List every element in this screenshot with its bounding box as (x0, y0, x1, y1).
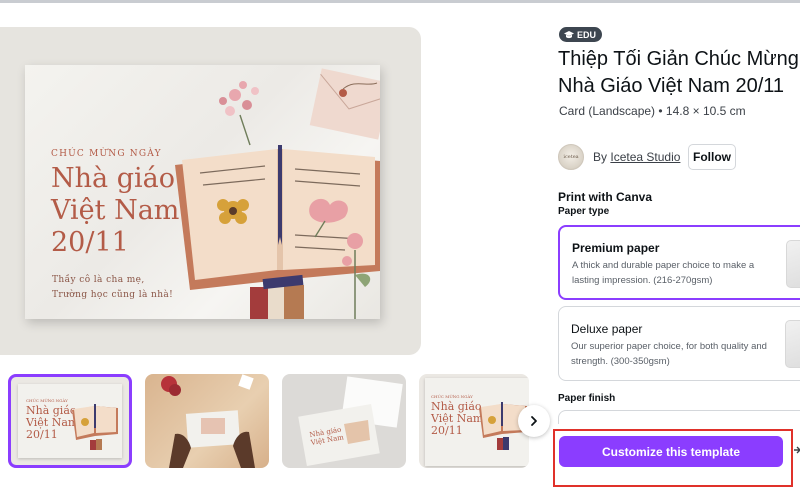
thumbnail-hands-holding-card[interactable] (145, 374, 269, 468)
envelope-icon (309, 68, 380, 140)
card-title-line3: 20/11 (51, 227, 129, 258)
paper-option-deluxe[interactable]: Deluxe paper Our superior paper choice, … (558, 306, 800, 381)
paper-finish-option[interactable] (558, 410, 800, 424)
card-tagline-line1: Thầy cô là cha mẹ, (52, 275, 145, 285)
thumbnail-strip: CHÚC MỪNG NGÀY Nhà giáo Việt Nam 20/11 N… (8, 374, 548, 468)
mini-card-line3: 20/11 (26, 428, 58, 441)
flower-cluster-top (219, 81, 259, 146)
card-tagline-line2: Trường học cũng là nhà! (52, 290, 174, 300)
creator-name-link[interactable]: Icetea Studio (610, 150, 680, 164)
paper-option-description: Our superior paper choice, for both qual… (571, 341, 767, 367)
paper-sample-image (785, 320, 800, 368)
thumbnail-card-with-envelope[interactable]: Nhà giáo Việt Nam (282, 374, 406, 468)
edu-badge: EDU (559, 27, 603, 42)
card-kicker: CHÚC MỪNG NGÀY (51, 149, 162, 159)
byline-prefix: By (593, 150, 608, 164)
avatar-text: icetea (563, 154, 579, 160)
template-title: Thiệp Tối Giản Chúc Mừng N Nhà Giáo Việt… (558, 46, 800, 100)
thumbnail-card-front[interactable]: CHÚC MỪNG NGÀY Nhà giáo Việt Nam 20/11 (8, 374, 132, 468)
card-title-line2: Việt Nam (51, 195, 180, 226)
paper-option-description: A thick and durable paper choice to make… (572, 260, 755, 286)
edu-badge-label: EDU (577, 29, 597, 40)
creator-avatar[interactable]: icetea (558, 144, 584, 170)
mini-book-icon (72, 404, 118, 450)
template-title-line1: Thiệp Tối Giản Chúc Mừng N (558, 48, 800, 70)
hands-card-scene (161, 374, 255, 468)
top-border (0, 0, 800, 3)
card-design: CHÚC MỪNG NGÀY Nhà giáo Việt Nam 20/11 T… (25, 65, 380, 319)
mini-card2-line3: 20/11 (431, 424, 463, 437)
customize-template-button[interactable]: Customize this template (559, 436, 783, 467)
template-title-line2: Nhà Giáo Việt Nam 20/11 (558, 75, 785, 97)
creator-byline: By Icetea Studio (593, 150, 680, 164)
card-title-line1: Nhà giáo (51, 163, 175, 194)
share-icon[interactable] (793, 444, 800, 458)
template-preview[interactable]: CHÚC MỪNG NGÀY Nhà giáo Việt Nam 20/11 T… (0, 27, 421, 355)
follow-button[interactable]: Follow (688, 144, 736, 170)
graduation-cap-icon (564, 30, 574, 38)
thumbnail-card-front-2[interactable]: CHÚC MỪNG NGÀY Nhà giáo Việt Nam 20/11 (419, 374, 529, 468)
next-thumbnail-button[interactable] (518, 405, 550, 437)
print-heading: Print with Canva (558, 190, 653, 204)
chevron-right-icon (531, 416, 537, 426)
paper-option-name: Premium paper (572, 241, 660, 255)
mini-card2-kicker: CHÚC MỪNG NGÀY (431, 394, 473, 399)
paper-option-premium[interactable]: Premium paper A thick and durable paper … (558, 225, 800, 300)
paper-type-label: Paper type (558, 206, 610, 217)
paper-sample-image (786, 240, 800, 288)
paper-option-name: Deluxe paper (571, 322, 643, 336)
envelope-card-scene: Nhà giáo Việt Nam (298, 376, 403, 467)
template-meta: Card (Landscape) • 14.8 × 10.5 cm (559, 104, 746, 118)
open-book-icon (175, 145, 380, 290)
mini-card-kicker: CHÚC MỪNG NGÀY (26, 398, 68, 403)
paper-finish-label: Paper finish (558, 393, 616, 404)
